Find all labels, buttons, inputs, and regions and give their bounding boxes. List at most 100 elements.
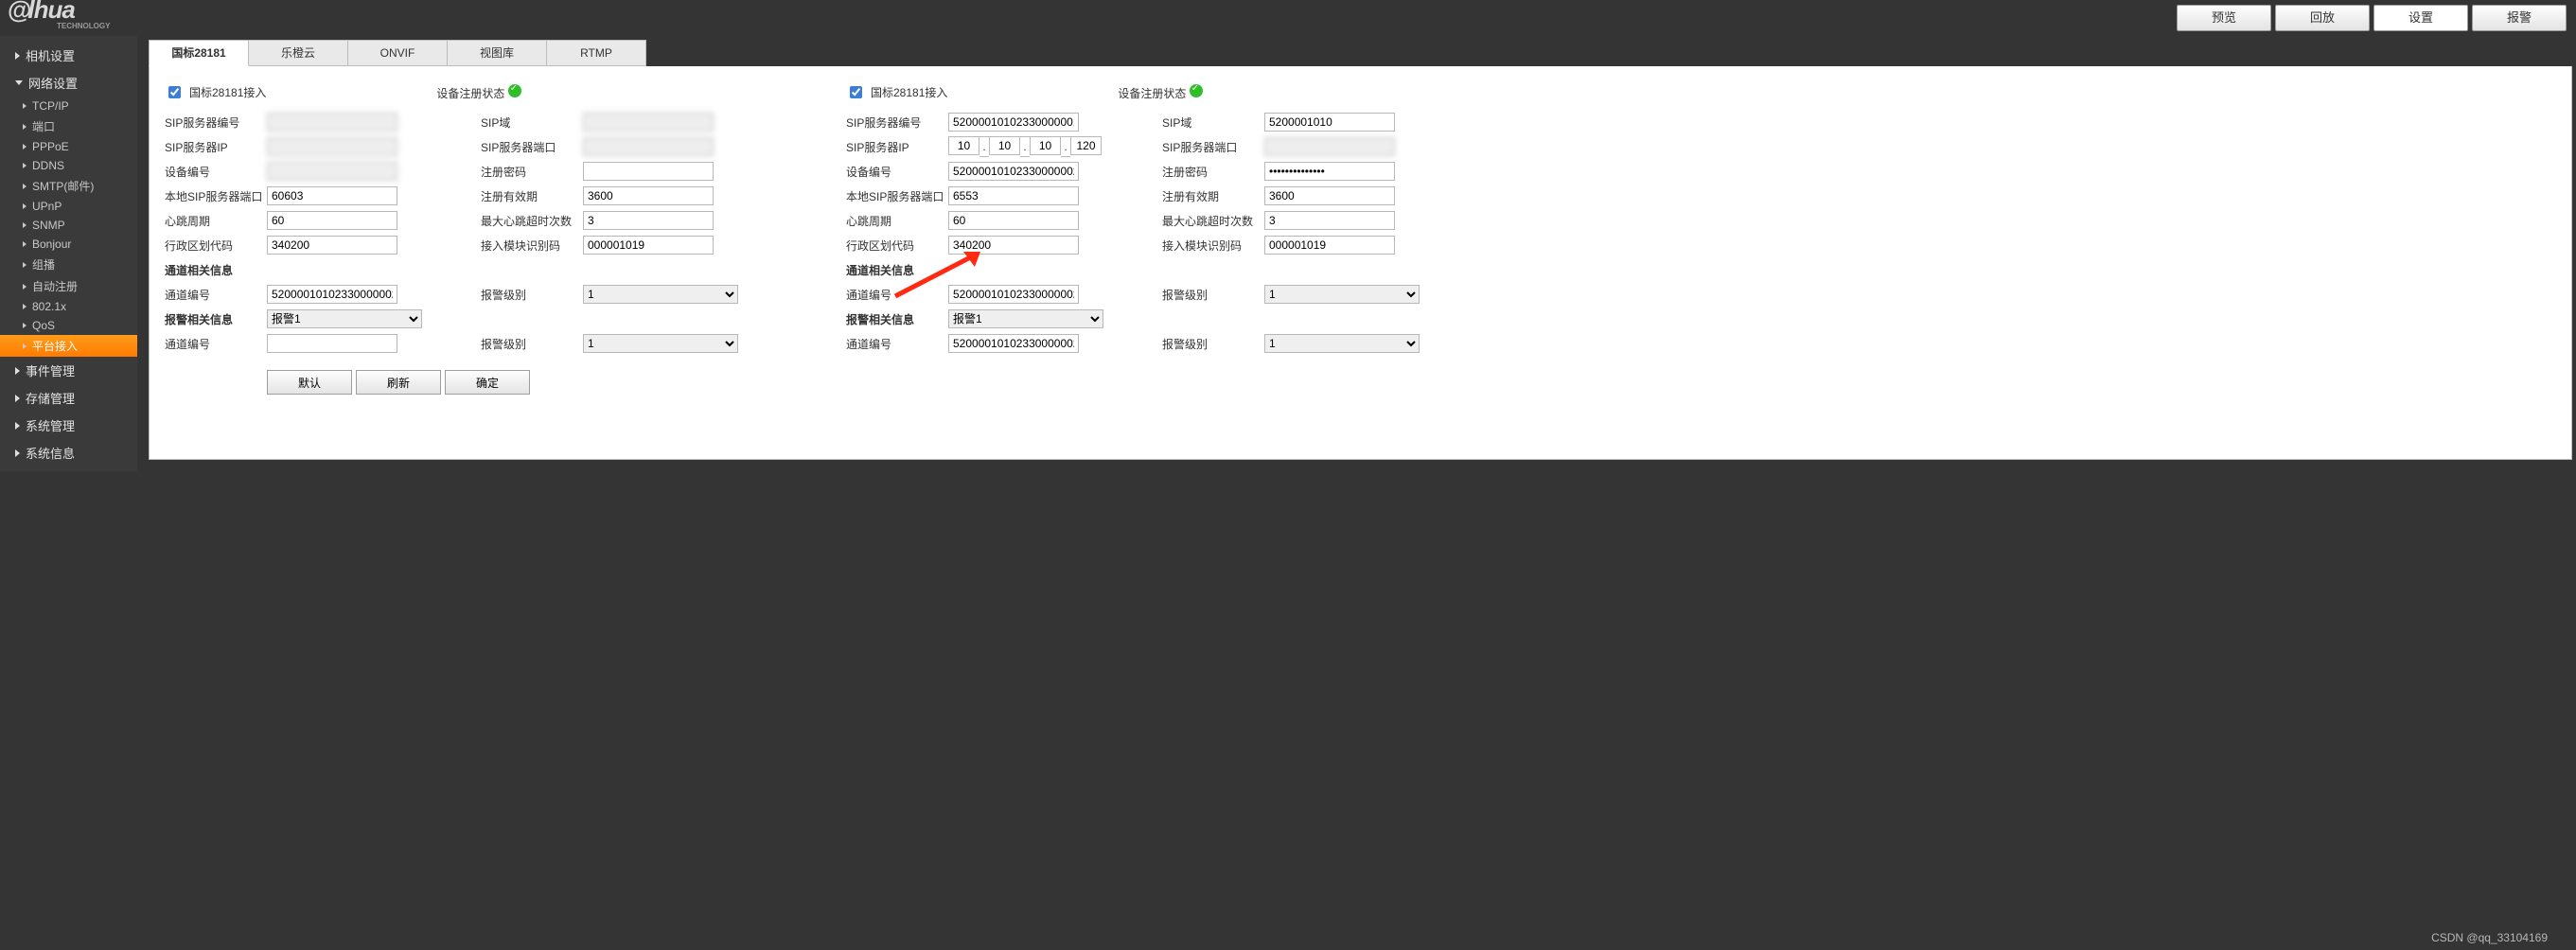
right-device-id[interactable] — [948, 162, 1079, 181]
right-sip-server-port[interactable] — [1264, 137, 1395, 156]
sidebar-group-event[interactable]: 事件管理 — [0, 357, 137, 384]
right-sip-server-id[interactable] — [948, 113, 1079, 132]
logo: lhua TECHNOLOGY — [0, 1, 110, 35]
left-device-id[interactable] — [267, 162, 397, 181]
content: 国标28181 乐橙云 ONVIF 视图库 RTMP 国标28181接入 — [137, 36, 2576, 471]
r-lbl-reg-valid: 注册有效期 — [1162, 188, 1264, 204]
refresh-button[interactable]: 刷新 — [356, 370, 441, 395]
sidebar-item-ddns[interactable]: DDNS — [0, 156, 137, 175]
right-access-module[interactable] — [1264, 236, 1395, 255]
right-channel-id[interactable] — [948, 285, 1079, 304]
right-max-hb[interactable] — [1264, 211, 1395, 230]
left-alarm-select[interactable]: 报警1 — [267, 309, 422, 328]
lbl-sip-server-id: SIP服务器编号 — [165, 114, 267, 131]
sidebar-group-network[interactable]: 网络设置 — [0, 69, 137, 97]
left-heartbeat[interactable] — [267, 211, 397, 230]
topnav: 预览 回放 设置 报警 — [2177, 5, 2567, 31]
sidebar-item-upnp[interactable]: UPnP — [0, 197, 137, 216]
right-sip-domain[interactable] — [1264, 113, 1395, 132]
nav-preview[interactable]: 预览 — [2177, 5, 2271, 31]
right-alarm-level2[interactable]: 1 — [1264, 334, 1420, 353]
sidebar-item-port[interactable]: 端口 — [0, 115, 137, 137]
default-button[interactable]: 默认 — [267, 370, 352, 395]
left-form: 国标28181接入 设备注册状态 SIP服务器编号 SIP服务器IP 设备编号 … — [165, 83, 808, 395]
sidebar-item-bonjour[interactable]: Bonjour — [0, 235, 137, 254]
left-reg-pwd[interactable] — [583, 162, 714, 181]
sidebar-group-camera[interactable]: 相机设置 — [0, 42, 137, 69]
button-bar: 默认 刷新 确定 — [165, 370, 808, 395]
right-enable-checkbox[interactable]: 国标28181接入 — [846, 83, 947, 101]
tab-onvif[interactable]: ONVIF — [347, 40, 448, 66]
lbl-sip-server-ip: SIP服务器IP — [165, 139, 267, 155]
right-enable-check[interactable] — [850, 86, 862, 98]
sidebar-item-smtp[interactable]: SMTP(邮件) — [0, 175, 137, 197]
tab-gallery[interactable]: 视图库 — [447, 40, 547, 66]
left-local-port[interactable] — [267, 186, 397, 205]
right-ip-3[interactable] — [1070, 136, 1102, 155]
right-ip-1[interactable] — [989, 136, 1020, 155]
left-max-hb[interactable] — [583, 211, 714, 230]
panel: 国标28181接入 设备注册状态 SIP服务器编号 SIP服务器IP 设备编号 … — [149, 66, 2572, 460]
tabbar: 国标28181 乐橙云 ONVIF 视图库 RTMP — [149, 40, 2572, 66]
left-channel-id2[interactable] — [267, 334, 397, 353]
right-ip-2[interactable] — [1030, 136, 1061, 155]
lbl-max-hb: 最大心跳超时次数 — [481, 213, 583, 229]
left-channel-id[interactable] — [267, 285, 397, 304]
left-enable-checkbox[interactable]: 国标28181接入 — [165, 83, 266, 101]
sidebar-item-8021x[interactable]: 802.1x — [0, 297, 137, 316]
right-local-port[interactable] — [948, 186, 1079, 205]
r-lbl-sip-server-ip: SIP服务器IP — [846, 139, 948, 155]
left-alarm-level[interactable]: 1 — [583, 285, 738, 304]
left-sip-server-ip[interactable] — [267, 137, 397, 156]
sidebar-item-multicast[interactable]: 组播 — [0, 254, 137, 275]
sidebar-item-platform[interactable]: 平台接入 — [0, 335, 137, 357]
lbl-reg-valid: 注册有效期 — [481, 188, 583, 204]
right-alarm-select[interactable]: 报警1 — [948, 309, 1103, 328]
r-lbl-heartbeat: 心跳周期 — [846, 213, 948, 229]
tab-rtmp[interactable]: RTMP — [546, 40, 646, 66]
tab-lecheng[interactable]: 乐橙云 — [248, 40, 348, 66]
sidebar-group-storage[interactable]: 存储管理 — [0, 384, 137, 412]
right-ip-group: . . . — [948, 136, 1102, 157]
nav-playback[interactable]: 回放 — [2275, 5, 2370, 31]
right-reg-valid[interactable] — [1264, 186, 1395, 205]
nav-alarm[interactable]: 报警 — [2472, 5, 2567, 31]
sidebar-item-pppoe[interactable]: PPPoE — [0, 137, 137, 156]
right-reg-pwd[interactable] — [1264, 162, 1395, 181]
lbl-channel-id: 通道编号 — [165, 287, 267, 303]
right-channel-id2[interactable] — [948, 334, 1079, 353]
left-sip-domain[interactable] — [583, 113, 714, 132]
right-heartbeat[interactable] — [948, 211, 1079, 230]
sidebar-group-info[interactable]: 系统信息 — [0, 439, 137, 466]
sidebar-group-system[interactable]: 系统管理 — [0, 412, 137, 439]
right-reg-status: 设备注册状态 — [1118, 84, 1202, 101]
lbl-alarm-level2: 报警级别 — [481, 336, 583, 352]
r-lbl-channel-id2: 通道编号 — [846, 336, 948, 352]
tab-gb28181[interactable]: 国标28181 — [149, 40, 249, 66]
right-admin-code[interactable] — [948, 236, 1079, 255]
lbl-reg-pwd: 注册密码 — [481, 164, 583, 180]
r-lbl-access-module: 接入模块识别码 — [1162, 238, 1264, 254]
sidebar-item-tcpip[interactable]: TCP/IP — [0, 97, 137, 115]
left-sip-server-port[interactable] — [583, 137, 714, 156]
topbar: lhua TECHNOLOGY 预览 回放 设置 报警 — [0, 0, 2576, 36]
left-reg-valid[interactable] — [583, 186, 714, 205]
right-alarm-level[interactable]: 1 — [1264, 285, 1420, 304]
left-admin-code[interactable] — [267, 236, 397, 255]
r-lbl-admin-code: 行政区划代码 — [846, 238, 948, 254]
nav-settings[interactable]: 设置 — [2373, 5, 2468, 31]
sidebar-item-autoreg[interactable]: 自动注册 — [0, 275, 137, 297]
r-lbl-sip-server-port: SIP服务器端口 — [1162, 139, 1264, 155]
right-form: 国标28181接入 设备注册状态 SIP服务器编号 SIP服务器IP — [846, 83, 1490, 395]
sidebar-item-snmp[interactable]: SNMP — [0, 216, 137, 235]
left-reg-status: 设备注册状态 — [436, 84, 520, 101]
left-alarm-level2[interactable]: 1 — [583, 334, 738, 353]
left-enable-check[interactable] — [168, 86, 181, 98]
ok-button[interactable]: 确定 — [445, 370, 530, 395]
left-sip-server-id[interactable] — [267, 113, 397, 132]
r-lbl-reg-pwd: 注册密码 — [1162, 164, 1264, 180]
right-ip-0[interactable] — [948, 136, 979, 155]
sidebar-item-qos[interactable]: QoS — [0, 316, 137, 335]
left-access-module[interactable] — [583, 236, 714, 255]
lbl-channel-id2: 通道编号 — [165, 336, 267, 352]
